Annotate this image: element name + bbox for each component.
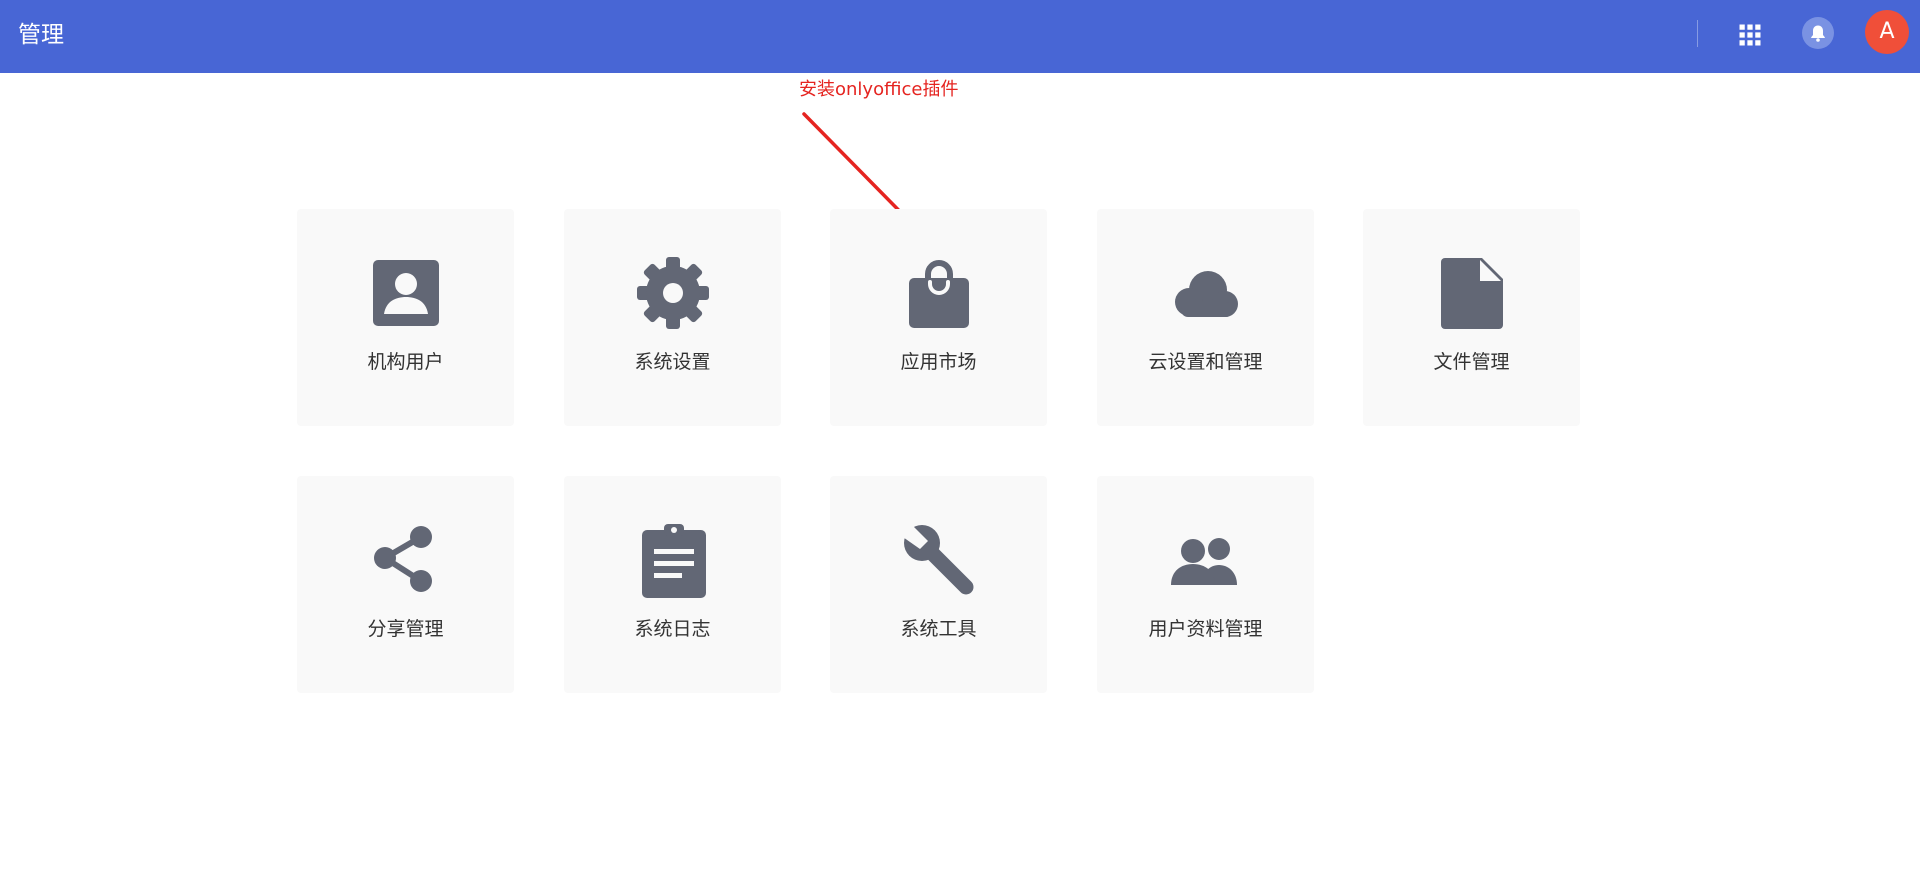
tile-label: 文件管理 xyxy=(1433,351,1510,373)
tile-label: 用户资料管理 xyxy=(1148,618,1263,640)
avatar[interactable]: A xyxy=(1865,10,1909,54)
bell-icon xyxy=(1811,25,1825,42)
page-title: 管理 xyxy=(18,22,64,48)
tile-label: 分享管理 xyxy=(367,618,444,640)
tile-file-management[interactable]: 文件管理 xyxy=(1363,209,1580,426)
tile-label: 系统设置 xyxy=(634,351,711,373)
header-divider xyxy=(1697,20,1698,47)
shopping-bag-icon xyxy=(909,260,969,328)
file-icon xyxy=(1441,258,1503,329)
wrench-icon xyxy=(900,525,974,595)
tile-cloud-settings[interactable]: 云设置和管理 xyxy=(1097,209,1314,426)
account-box-icon xyxy=(373,260,439,326)
tile-label: 云设置和管理 xyxy=(1148,351,1263,373)
annotation-label: 安装onlyoffice插件 xyxy=(799,79,959,100)
tile-system-logs[interactable]: 系统日志 xyxy=(564,476,781,693)
share-icon xyxy=(374,526,432,592)
tile-app-market[interactable]: 应用市场 xyxy=(830,209,1047,426)
clipboard-icon xyxy=(642,524,706,598)
tile-label: 系统工具 xyxy=(900,618,977,640)
people-icon xyxy=(1171,538,1237,585)
tile-label: 机构用户 xyxy=(367,351,444,373)
apps-grid-icon[interactable] xyxy=(1736,21,1764,49)
tile-system-settings[interactable]: 系统设置 xyxy=(564,209,781,426)
gear-icon xyxy=(637,257,709,329)
notifications-button[interactable] xyxy=(1802,17,1834,49)
cloud-icon xyxy=(1175,271,1238,317)
tile-user-profile-management[interactable]: 用户资料管理 xyxy=(1097,476,1314,693)
top-bar: 管理 A xyxy=(0,0,1920,73)
tile-label: 系统日志 xyxy=(634,618,711,640)
tile-share-management[interactable]: 分享管理 xyxy=(297,476,514,693)
tile-org-users[interactable]: 机构用户 xyxy=(297,209,514,426)
tile-system-tools[interactable]: 系统工具 xyxy=(830,476,1047,693)
tile-label: 应用市场 xyxy=(900,351,977,373)
